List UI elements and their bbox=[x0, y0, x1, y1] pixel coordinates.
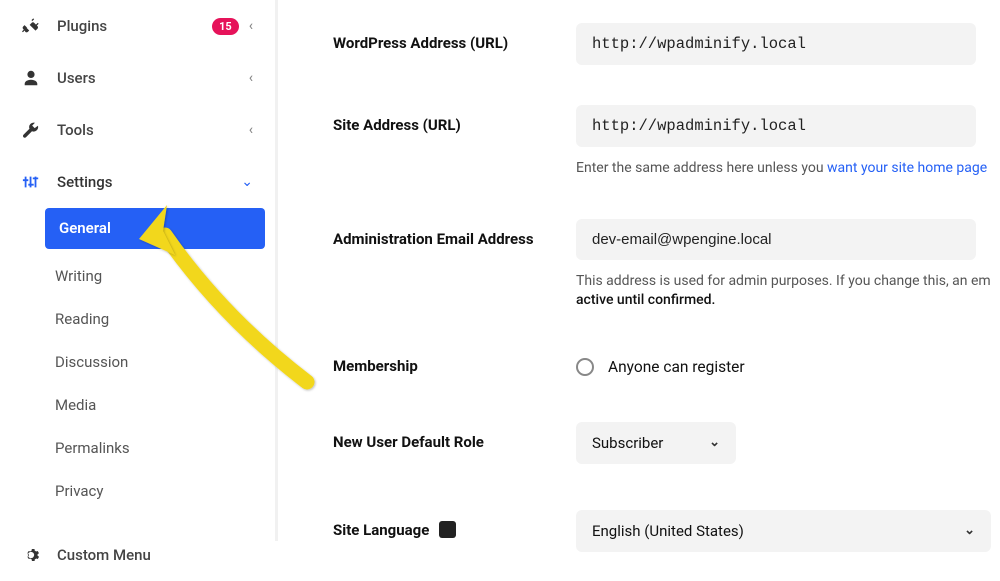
sidebar-item-label: Custom Menu bbox=[57, 546, 253, 564]
plug-icon bbox=[22, 17, 40, 35]
help-link[interactable]: want your site home page bbox=[827, 160, 987, 176]
sidebar-subitem-label: Writing bbox=[55, 267, 102, 285]
sidebar-subitem-media[interactable]: Media bbox=[0, 384, 275, 427]
sidebar-subitem-label: Privacy bbox=[55, 482, 103, 500]
chevron-down-icon: ⌄ bbox=[241, 174, 253, 190]
sidebar-subitem-permalinks[interactable]: Permalinks bbox=[0, 427, 275, 470]
field-label: Membership bbox=[333, 357, 576, 375]
chevron-down-icon: ⌄ bbox=[709, 435, 720, 450]
field-help: Enter the same address here unless you w… bbox=[576, 159, 1000, 179]
sidebar-subitem-label: Reading bbox=[55, 310, 109, 328]
sidebar-subitem-writing[interactable]: Writing bbox=[0, 255, 275, 298]
sidebar-subitem-general[interactable]: General bbox=[45, 208, 265, 249]
sidebar-subitem-label: General bbox=[59, 219, 111, 237]
chevron-left-icon: ‹ bbox=[249, 70, 253, 86]
field-default-role: New User Default Role Subscriber ⌄ bbox=[333, 422, 1000, 464]
sidebar-item-label: Settings bbox=[57, 173, 241, 191]
site-language-select[interactable]: English (United States) ⌄ bbox=[576, 510, 991, 552]
field-label: New User Default Role bbox=[333, 422, 576, 451]
sidebar-item-plugins[interactable]: Plugins 15 ‹ bbox=[0, 0, 275, 52]
plugins-badge: 15 bbox=[212, 18, 239, 35]
sidebar-subitem-reading[interactable]: Reading bbox=[0, 298, 275, 341]
user-icon bbox=[22, 69, 40, 87]
field-label: WordPress Address (URL) bbox=[333, 23, 576, 52]
field-site-address: Site Address (URL) Enter the same addres… bbox=[333, 105, 1000, 179]
field-membership: Membership Anyone can register bbox=[333, 357, 1000, 376]
field-label: Site Language bbox=[333, 510, 576, 539]
admin-email-input[interactable] bbox=[576, 219, 976, 260]
field-help: This address is used for admin purposes.… bbox=[576, 272, 1000, 311]
sidebar-subitem-label: Discussion bbox=[55, 353, 128, 371]
sliders-icon bbox=[22, 173, 40, 191]
sidebar: Plugins 15 ‹ Users ‹ Tools ‹ Settings ⌄ … bbox=[0, 0, 278, 541]
membership-checkbox[interactable] bbox=[576, 358, 594, 376]
wp-address-input[interactable] bbox=[576, 23, 976, 65]
main-content: WordPress Address (URL) Site Address (UR… bbox=[278, 0, 1000, 541]
sidebar-item-tools[interactable]: Tools ‹ bbox=[0, 104, 275, 156]
sidebar-subitem-label: Media bbox=[55, 396, 96, 414]
site-address-input[interactable] bbox=[576, 105, 976, 147]
field-label: Site Address (URL) bbox=[333, 105, 576, 134]
sidebar-item-custom-menu[interactable]: Custom Menu bbox=[0, 529, 275, 581]
translate-icon bbox=[439, 521, 456, 538]
sidebar-item-label: Tools bbox=[57, 121, 249, 139]
select-value: Subscriber bbox=[592, 434, 663, 452]
sidebar-subitem-label: Permalinks bbox=[55, 439, 130, 457]
chevron-down-icon: ⌄ bbox=[964, 523, 975, 538]
field-wp-address: WordPress Address (URL) bbox=[333, 23, 1000, 65]
default-role-select[interactable]: Subscriber ⌄ bbox=[576, 422, 736, 464]
sidebar-item-settings[interactable]: Settings ⌄ bbox=[0, 156, 275, 208]
sidebar-item-label: Users bbox=[57, 69, 249, 87]
wrench-icon bbox=[22, 121, 40, 139]
sidebar-subitem-discussion[interactable]: Discussion bbox=[0, 341, 275, 384]
field-admin-email: Administration Email Address This addres… bbox=[333, 219, 1000, 311]
chevron-left-icon: ‹ bbox=[249, 122, 253, 138]
gear-icon bbox=[22, 546, 40, 564]
field-site-language: Site Language English (United States) ⌄ bbox=[333, 510, 1000, 552]
chevron-left-icon: ‹ bbox=[249, 18, 253, 34]
field-label: Administration Email Address bbox=[333, 219, 576, 248]
sidebar-item-label: Plugins bbox=[57, 17, 212, 35]
checkbox-label: Anyone can register bbox=[608, 358, 745, 376]
select-value: English (United States) bbox=[592, 522, 744, 540]
sidebar-subitem-privacy[interactable]: Privacy bbox=[0, 470, 275, 513]
sidebar-item-users[interactable]: Users ‹ bbox=[0, 52, 275, 104]
